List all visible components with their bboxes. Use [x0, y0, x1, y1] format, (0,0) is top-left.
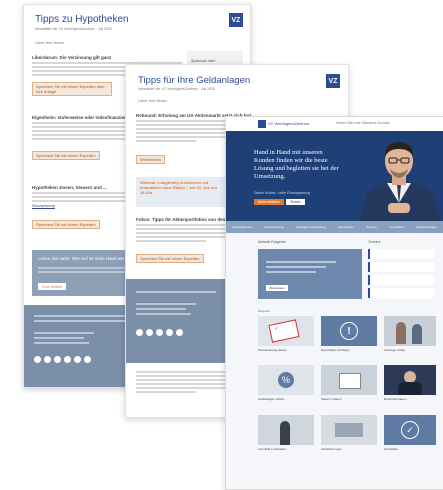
percent-icon: %	[278, 372, 294, 388]
nav-home[interactable]: Home	[336, 121, 345, 125]
menu-item[interactable]: Pensionierung	[264, 225, 283, 229]
facebook-icon[interactable]	[136, 329, 143, 336]
youtube-icon[interactable]	[74, 356, 81, 363]
card-title[interactable]: Immobilien verkaufen	[258, 447, 314, 451]
section-heading: Fokus: Tipps für Aktienportfolios von de…	[136, 217, 246, 222]
exclamation-icon: !	[340, 322, 358, 340]
twitter-icon[interactable]	[146, 329, 153, 336]
nav-contact[interactable]: Kontakt	[378, 121, 390, 125]
card-title[interactable]: Steuern sparen	[321, 397, 377, 401]
newsletter-subtitle: Newsletter der VZ VermögensZentrum · Jul…	[138, 87, 215, 91]
card-image[interactable]	[384, 316, 436, 346]
webinar-callout[interactable]: Webinar: Langfristig investieren mit Imm…	[140, 180, 222, 195]
vz-logo-icon	[258, 120, 266, 128]
site-logo[interactable]: VZ VermögensZentrum	[268, 121, 309, 126]
card-title[interactable]: Versicherungen	[321, 447, 377, 451]
linkedin-icon[interactable]	[156, 329, 163, 336]
hero-quote: Hand in Hand mit unseren Kunden finden w…	[254, 149, 339, 180]
newsletter-title: Tipps zu Hypotheken	[35, 14, 129, 25]
menu-item[interactable]: Versicherungen	[416, 225, 437, 229]
twitter-icon[interactable]	[44, 356, 51, 363]
website-screenshot: VZ VermögensZentrum Home Über uns Stando…	[225, 116, 443, 490]
menu-item[interactable]: Finanzplanung	[232, 225, 252, 229]
vz-logo: VZ	[229, 13, 243, 27]
promo-button[interactable]: Zum Artikel	[38, 283, 67, 290]
card-title[interactable]: Vorsorge richtig	[384, 348, 436, 352]
salutation: Lieber Herr Muster	[138, 99, 168, 103]
cta-button[interactable]: Sprechen Sie mit einem Experten	[136, 247, 236, 265]
card-image[interactable]: %	[258, 365, 314, 395]
section-title: Aktuelle Ratgeber	[258, 240, 286, 244]
youtube-icon[interactable]	[176, 329, 183, 336]
xing-icon[interactable]	[64, 356, 71, 363]
card-title[interactable]: Hypotheken kündigen	[321, 348, 377, 352]
side-box-label: Sparkonto nicht	[191, 59, 216, 63]
menu-item[interactable]: Steuern	[366, 225, 377, 229]
instagram-icon[interactable]	[84, 356, 91, 363]
portrait-image	[359, 142, 442, 221]
menu-item[interactable]: Vermögensverwaltung	[296, 225, 326, 229]
xing-icon[interactable]	[166, 329, 173, 336]
card-title[interactable]: Erbschaft planen	[384, 397, 436, 401]
card-image[interactable]	[384, 365, 436, 395]
salutation: Lieber Herr Muster	[35, 41, 65, 45]
checkmark-icon: ✓	[401, 421, 419, 439]
linkedin-icon[interactable]	[54, 356, 61, 363]
vz-logo: VZ	[326, 74, 340, 88]
menu-item[interactable]: Hypotheken	[338, 225, 354, 229]
newsletter-title: Tipps für Ihre Geldanlagen	[138, 75, 251, 86]
nav-about[interactable]: Über uns	[346, 121, 360, 125]
card-image[interactable]: ✓	[258, 316, 314, 346]
card-image[interactable]	[321, 365, 377, 395]
section-heading: Liberdarum: Die Verzinsung gilt ganz	[32, 55, 112, 60]
card-title[interactable]: Geldanlagen prüfen	[258, 397, 314, 401]
hero-author: Daniel Muster, Leiter Finanzplanung	[254, 191, 311, 195]
facebook-icon[interactable]	[34, 356, 41, 363]
card-title[interactable]: Pensionierung planen	[258, 348, 314, 352]
featured-article[interactable]: Weiterlesen	[258, 249, 362, 299]
cta-button[interactable]: Weiterlesen	[136, 148, 236, 166]
sidebar-title: Termine	[368, 240, 381, 244]
hero-button-primary[interactable]: Mehr erfahren	[254, 199, 284, 205]
card-category: Ratgeber	[258, 309, 271, 313]
nav-locations[interactable]: Standorte	[362, 121, 377, 125]
card-image[interactable]	[258, 415, 314, 445]
feature-button[interactable]: Weiterlesen	[266, 285, 288, 291]
card-title[interactable]: Checkliste	[384, 447, 436, 451]
menu-item[interactable]: Immobilien	[389, 225, 404, 229]
section-heading: Rebound: Erholung am US-Aktienmarkt setz…	[136, 113, 252, 118]
newsletter-subtitle: Newsletter der VZ VermögensZentrum · Jul…	[35, 27, 112, 31]
card-image[interactable]: !	[321, 316, 377, 346]
hero-button-secondary[interactable]: Termin	[286, 199, 305, 205]
card-image[interactable]	[321, 415, 377, 445]
card-image[interactable]: ✓	[384, 415, 436, 445]
stamp-icon: ✓	[274, 326, 279, 332]
